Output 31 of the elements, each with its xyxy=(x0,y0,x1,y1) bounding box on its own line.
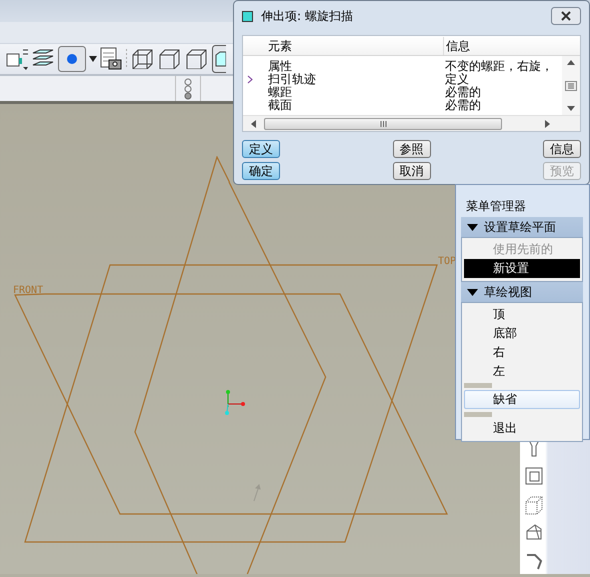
table-cell-text: 截面 xyxy=(267,99,293,112)
table-cell-text: 定义 xyxy=(444,73,470,86)
table-cell-text: 必需的 xyxy=(444,99,482,112)
menu-item[interactable]: 底部 xyxy=(464,324,580,343)
menu-section-header[interactable]: 草绘视图 xyxy=(461,282,583,302)
table-cell-text: 扫引轨迹 xyxy=(267,73,317,86)
dialog-button[interactable]: 取消 xyxy=(392,162,430,180)
menu-item: 使用先前的 xyxy=(492,241,554,258)
plane-label: TOP xyxy=(438,256,456,267)
dialog-button[interactable]: 确定 xyxy=(242,162,280,180)
menu-section-header[interactable]: 设置草绘平面 xyxy=(461,217,583,237)
menu-item[interactable]: 缺省 xyxy=(464,390,580,409)
menu-item[interactable]: 退出 xyxy=(464,419,580,438)
dialog-button[interactable]: 参照 xyxy=(392,140,430,158)
menu-section-title: 草绘视图 xyxy=(484,284,532,301)
menu-item[interactable]: 顶 xyxy=(464,305,580,324)
dialog-button[interactable]: 信息 xyxy=(543,140,581,158)
table-cell-text: 不变的螺距，右旋， xyxy=(444,60,554,73)
menu-title: 菜单管理器 xyxy=(466,199,526,213)
window-title: 伸出项: 螺旋扫描 xyxy=(261,8,354,25)
plane-label: FRONT xyxy=(13,285,44,296)
table-cell-text: 螺距 xyxy=(267,86,293,99)
column-header: 信息 xyxy=(443,36,580,54)
menu-item[interactable]: 左 xyxy=(464,362,580,381)
table-cell-text: 属性 xyxy=(267,60,293,73)
column-header: 元素 xyxy=(267,38,293,54)
table-cell-text: 必需的 xyxy=(444,86,482,99)
dialog-button[interactable]: 定义 xyxy=(242,140,280,158)
menu-item[interactable]: 右 xyxy=(464,343,580,362)
menu-section-title: 设置草绘平面 xyxy=(484,219,556,236)
menu-item[interactable]: 新设置 xyxy=(464,259,580,278)
